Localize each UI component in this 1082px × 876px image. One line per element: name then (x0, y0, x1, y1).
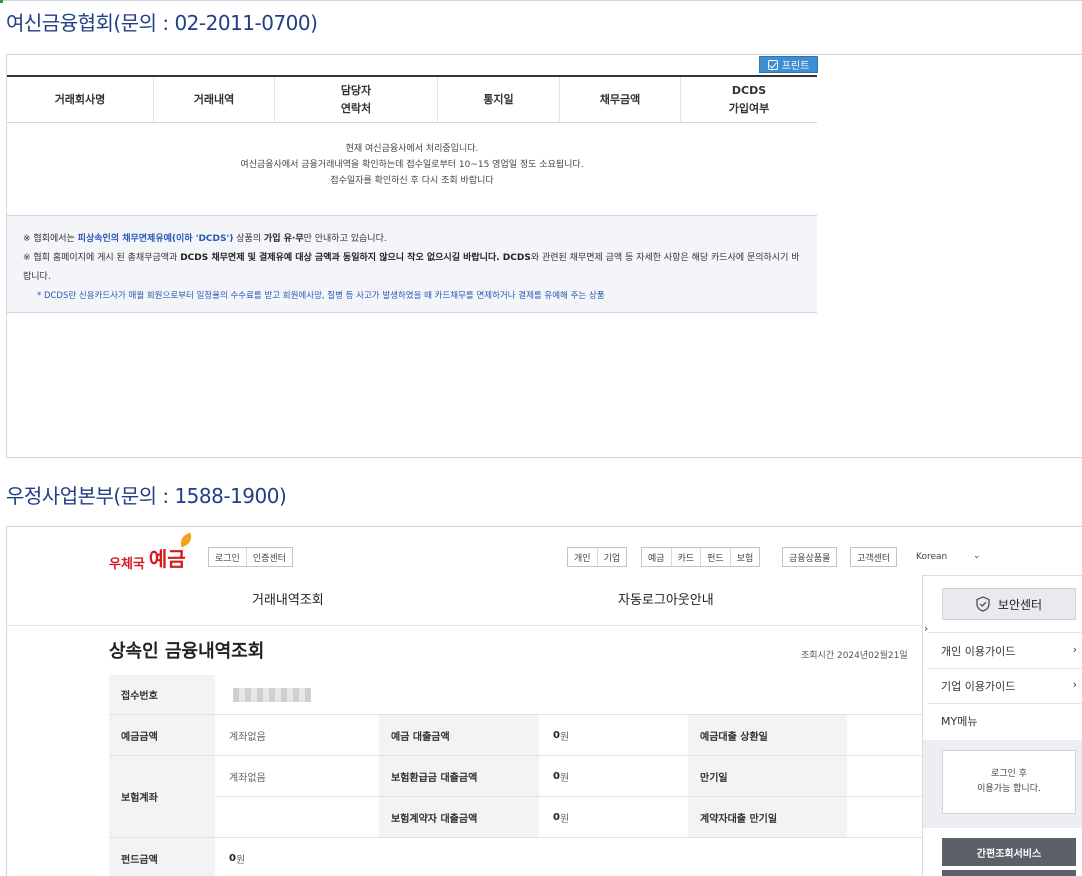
notice-line-1: ※ 협회에서는 피상속인의 채무면제유예(이하 'DCDS') 상품의 가입 유… (23, 234, 387, 244)
processing-message: 현재 여신금융사에서 처리중입니다. 여신금융사에서 금융거래내역을 확인하는데… (240, 144, 584, 186)
notice-line-2: ※ 협회 홈페이지에 게시 된 총채무금액과 DCDS 채무면제 및 결제유예 … (23, 253, 800, 282)
receipt-label: 접수번호 (109, 675, 215, 715)
my-menu-area: 로그인 후 이용가능 합니다. (923, 740, 1082, 828)
sidebar-extra-button[interactable] (942, 870, 1076, 876)
postal-bank-panel: 우체국 예금 로그인 인증센터 개인 기업 예금 카드 펀드 보험 금융상품몰 … (6, 526, 1082, 876)
product-mall-button[interactable]: 금융상품몰 (783, 548, 837, 566)
deposit-button[interactable]: 예금 (642, 548, 671, 566)
credit-finance-panel: 프린트 거래회사명 거래내역 담당자 연락처 통지일 채무금액 DCDS 가입여… (6, 54, 1082, 458)
deposit-label: 예금금액 (109, 715, 215, 756)
receipt-value (215, 675, 923, 715)
contract-loan-maturity-value (847, 797, 923, 838)
login-required-notice: 로그인 후 이용가능 합니다. (942, 750, 1076, 814)
ins-refund-loan-label: 보험환급금 대출금액 (379, 756, 539, 797)
security-center-button[interactable]: 보안센터 (942, 588, 1076, 620)
cert-center-button[interactable]: 인증센터 (245, 548, 292, 566)
quick-sidebar: 보안센터 › 개인 이용가이드 › 기업 이용가이드 › MY메뉴 로그인 후 이용… (922, 575, 1082, 876)
col-dcds: DCDS 가입여부 (680, 77, 817, 122)
product-group: 예금 카드 펀드 보험 (641, 547, 761, 567)
personal-button[interactable]: 개인 (568, 548, 597, 566)
gnb-divider (7, 625, 1082, 626)
maturity-label: 만기일 (688, 756, 847, 797)
chevron-right-icon: › (1072, 643, 1077, 656)
card-button[interactable]: 카드 (670, 548, 701, 566)
deposit-loan-value: 0원 (539, 715, 688, 756)
col-debt-amount: 채무금액 (559, 77, 680, 122)
customer-center-button[interactable]: 고객센터 (851, 548, 897, 566)
insurance-button[interactable]: 보험 (729, 548, 760, 566)
login-button[interactable]: 로그인 (209, 548, 246, 566)
masked-receipt-number (233, 687, 311, 702)
dcds-notice-box: ※ 협회에서는 피상속인의 채무면제유예(이하 'DCDS') 상품의 가입 유… (7, 215, 817, 313)
col-contact: 담당자 연락처 (274, 77, 437, 122)
mall-group: 금융상품몰 (782, 547, 838, 567)
business-button[interactable]: 기업 (596, 548, 627, 566)
fund-button[interactable]: 펀드 (700, 548, 730, 566)
insurance-value: 계좌없음 (215, 756, 379, 797)
maturity-value (847, 756, 923, 797)
cs-group: 고객센터 (850, 547, 898, 567)
ins-refund-loan-value: 0원 (539, 756, 688, 797)
fund-value: 0원 (215, 838, 923, 876)
deposit-repay-value (847, 715, 923, 756)
contract-loan-maturity-label: 계약자대출 만기일 (688, 797, 847, 838)
ins-contract-loan-label: 보험계약자 대출금액 (379, 797, 539, 838)
my-menu-link[interactable]: MY메뉴 (941, 713, 1077, 729)
quick-inquiry-button[interactable]: 간편조회서비스 (942, 838, 1076, 866)
notice-line-3: * DCDS란 신용카드사가 매월 회원으로부터 일정율의 수수료를 받고 회원… (37, 291, 605, 301)
insurance-label: 보험계좌 (109, 756, 215, 838)
print-button-label: 프린트 (781, 61, 810, 72)
col-notice-date: 통지일 (437, 77, 559, 122)
user-type-group: 개인 기업 (567, 547, 628, 567)
sidebar-collapse-chevron-icon[interactable]: › (924, 622, 928, 635)
col-company: 거래회사명 (54, 92, 106, 106)
chevron-right-icon: › (1072, 678, 1077, 691)
page-title: 상속인 금융내역조회 (109, 641, 265, 662)
transaction-table-header: 거래회사명 거래내역 담당자 연락처 통지일 채무금액 DCDS 가입여부 (7, 75, 817, 123)
check-icon (767, 59, 778, 70)
personal-guide-link[interactable]: 개인 이용가이드 › (941, 643, 1077, 659)
sidebar-divider (927, 703, 1082, 704)
query-time: 조회시간 2024년02월21일 (801, 651, 908, 661)
section-title-postal: 우정사업본부(문의 : 1588-1900) (6, 484, 287, 508)
chevron-down-icon[interactable]: ⌄ (973, 551, 981, 561)
menu-transaction-history[interactable]: 거래내역조회 (252, 589, 324, 608)
top-divider (0, 0, 1082, 3)
sidebar-divider (927, 632, 1082, 633)
language-select[interactable]: Korean (916, 552, 947, 562)
deposit-repay-label: 예금대출 상환일 (688, 715, 847, 756)
sidebar-divider (927, 668, 1082, 669)
col-history: 거래내역 (153, 77, 274, 122)
postal-bank-logo[interactable]: 우체국 예금 (109, 532, 195, 572)
deposit-loan-label: 예금 대출금액 (379, 715, 539, 756)
print-button[interactable]: 프린트 (759, 56, 818, 73)
shield-icon (976, 596, 990, 612)
leaf-icon (177, 532, 195, 548)
auth-button-group: 로그인 인증센터 (208, 547, 293, 567)
section-title-credit-finance: 여신금융협회(문의 : 02-2011-0700) (6, 11, 318, 35)
fund-label: 펀드금액 (109, 838, 215, 876)
ins-contract-loan-value: 0원 (539, 797, 688, 838)
insurance-value-2 (215, 797, 379, 838)
deposit-value: 계좌없음 (215, 715, 379, 756)
business-guide-link[interactable]: 기업 이용가이드 › (941, 678, 1077, 694)
menu-auto-logout[interactable]: 자동로그아웃안내 (618, 589, 714, 608)
